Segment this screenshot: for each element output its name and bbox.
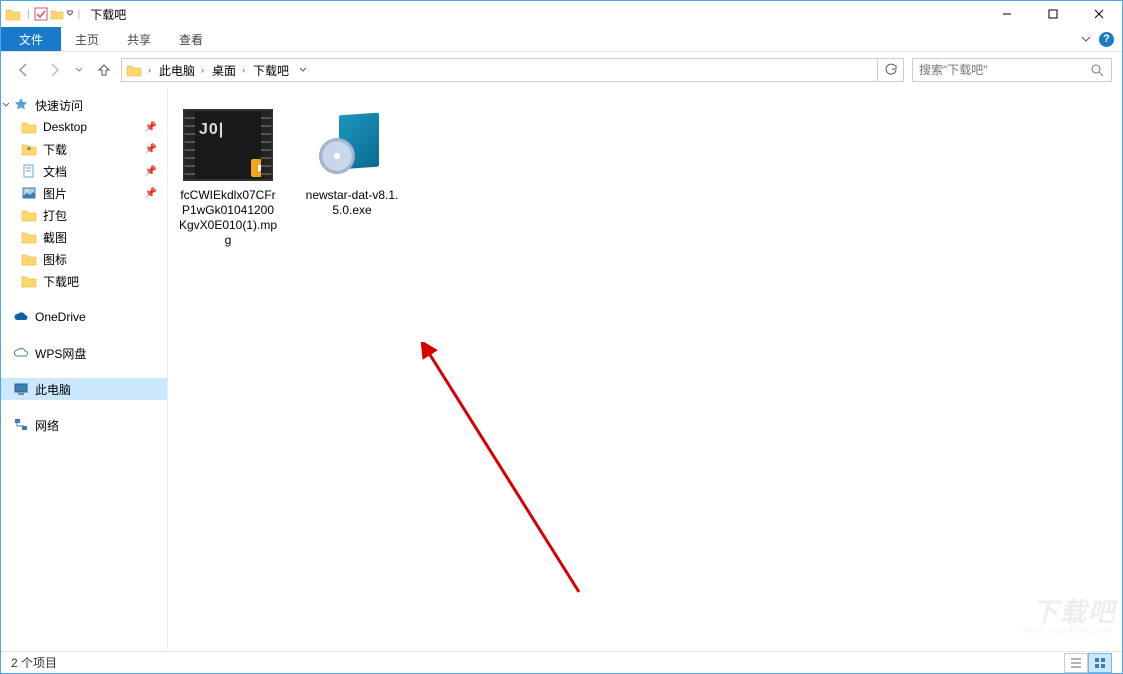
- breadcrumb-chevron[interactable]: ›: [142, 65, 155, 75]
- sidebar-item-label: Desktop: [43, 120, 87, 134]
- sidebar-jietu[interactable]: 截图: [1, 226, 167, 248]
- qat-separator: |: [78, 9, 81, 20]
- sidebar-tubiao[interactable]: 图标: [1, 248, 167, 270]
- sidebar-desktop[interactable]: Desktop 📌: [1, 116, 167, 138]
- minimize-button[interactable]: [984, 1, 1030, 27]
- folder-icon: [21, 251, 37, 267]
- sidebar-item-label: 下载: [43, 141, 67, 158]
- sidebar-item-label: 打包: [43, 207, 67, 224]
- sidebar-wps[interactable]: WPS网盘: [1, 342, 167, 364]
- video-thumbnail: J0|: [180, 106, 276, 184]
- computer-icon: [13, 381, 29, 397]
- file-item[interactable]: J0| fcCWIEkdlx07CFrP1wGk01041200KgvX0E01…: [178, 106, 278, 248]
- sidebar-item-label: 文档: [43, 163, 67, 180]
- breadcrumb-thispc[interactable]: 此电脑›: [155, 62, 208, 79]
- forward-button[interactable]: [41, 57, 67, 83]
- network-icon: [13, 417, 29, 433]
- help-icon[interactable]: ?: [1099, 32, 1114, 47]
- sidebar-onedrive[interactable]: OneDrive: [1, 306, 167, 328]
- close-button[interactable]: [1076, 1, 1122, 27]
- sidebar-thispc[interactable]: 此电脑: [1, 378, 167, 400]
- view-details-button[interactable]: [1064, 653, 1088, 673]
- cloud-icon: [13, 309, 29, 325]
- chevron-down-icon[interactable]: [1, 100, 11, 110]
- folder-icon: [21, 273, 37, 289]
- maximize-button[interactable]: [1030, 1, 1076, 27]
- breadcrumb-current[interactable]: 下载吧: [249, 62, 293, 79]
- view-icons-button[interactable]: [1088, 653, 1112, 673]
- exe-thumbnail: [304, 106, 400, 184]
- sidebar-item-label: 图标: [43, 251, 67, 268]
- watermark-url: www.xiazaiba.com: [1022, 625, 1112, 635]
- pictures-icon: [21, 185, 37, 201]
- file-name-label: fcCWIEkdlx07CFrP1wGk01041200KgvX0E010(1)…: [178, 188, 278, 248]
- address-dropdown[interactable]: [293, 66, 313, 74]
- sidebar-item-label: 下载吧: [43, 273, 79, 290]
- folder-icon: [126, 62, 142, 78]
- sidebar-xiazaiba[interactable]: 下载吧: [1, 270, 167, 292]
- qat-separator: |: [27, 9, 30, 20]
- tab-home[interactable]: 主页: [61, 27, 113, 51]
- navigation-pane[interactable]: 快速访问 Desktop 📌 下载 📌 文档 📌 图片 📌 打包 截: [1, 88, 167, 651]
- sidebar-item-label: 截图: [43, 229, 67, 246]
- cloud-icon: [13, 345, 29, 361]
- status-bar: 2 个项目: [1, 651, 1122, 673]
- address-bar[interactable]: › 此电脑› 桌面› 下载吧: [121, 58, 904, 82]
- sidebar-pictures[interactable]: 图片 📌: [1, 182, 167, 204]
- nav-area: › 此电脑› 桌面› 下载吧: [1, 52, 1122, 88]
- pin-icon: 📌: [145, 188, 157, 199]
- sidebar-item-label: 此电脑: [35, 381, 71, 398]
- up-button[interactable]: [91, 57, 117, 83]
- annotation-arrow: [419, 342, 589, 602]
- back-button[interactable]: [11, 57, 37, 83]
- sidebar-item-label: 网络: [35, 417, 59, 434]
- quick-access-toolbar: | |: [25, 7, 82, 21]
- search-input[interactable]: [913, 63, 1083, 77]
- sidebar-downloads[interactable]: 下载 📌: [1, 138, 167, 160]
- folder-icon: [21, 207, 37, 223]
- checkbox-icon[interactable]: [34, 7, 48, 21]
- breadcrumb-desktop[interactable]: 桌面›: [208, 62, 249, 79]
- folder-icon: [21, 119, 37, 135]
- file-item[interactable]: newstar-dat-v8.1.5.0.exe: [302, 106, 402, 248]
- history-dropdown[interactable]: [71, 57, 87, 83]
- sidebar-quick-access[interactable]: 快速访问: [1, 94, 167, 116]
- documents-icon: [21, 163, 37, 179]
- folder-small-icon[interactable]: [50, 7, 64, 21]
- ribbon-expand-icon[interactable]: [1081, 34, 1091, 44]
- sidebar-item-label: 图片: [43, 185, 67, 202]
- file-grid: J0| fcCWIEkdlx07CFrP1wGk01041200KgvX0E01…: [178, 106, 1112, 248]
- pin-icon: 📌: [145, 144, 157, 155]
- title-bar: | | 下载吧: [1, 1, 1122, 27]
- sidebar-network[interactable]: 网络: [1, 414, 167, 436]
- content-pane[interactable]: J0| fcCWIEkdlx07CFrP1wGk01041200KgvX0E01…: [167, 88, 1122, 651]
- qat-dropdown-icon[interactable]: [66, 10, 74, 18]
- main-area: 快速访问 Desktop 📌 下载 📌 文档 📌 图片 📌 打包 截: [1, 88, 1122, 651]
- folder-icon: [5, 6, 21, 22]
- sidebar-item-label: 快速访问: [35, 97, 83, 114]
- sidebar-item-label: WPS网盘: [35, 345, 86, 362]
- sidebar-dabao[interactable]: 打包: [1, 204, 167, 226]
- pin-icon: 📌: [145, 122, 157, 133]
- window-title: 下载吧: [90, 6, 126, 23]
- sidebar-item-label: OneDrive: [35, 310, 86, 324]
- folder-icon: [21, 229, 37, 245]
- refresh-button[interactable]: [877, 59, 903, 81]
- search-box[interactable]: [912, 58, 1112, 82]
- downloads-icon: [21, 141, 37, 157]
- tab-view[interactable]: 查看: [165, 27, 217, 51]
- pin-icon: 📌: [145, 166, 157, 177]
- item-count: 2 个项目: [11, 654, 57, 671]
- file-name-label: newstar-dat-v8.1.5.0.exe: [302, 188, 402, 218]
- ribbon-tabs: 文件 主页 共享 查看 ?: [1, 27, 1122, 52]
- tab-share[interactable]: 共享: [113, 27, 165, 51]
- star-icon: [13, 97, 29, 113]
- search-icon[interactable]: [1083, 64, 1111, 77]
- sidebar-documents[interactable]: 文档 📌: [1, 160, 167, 182]
- tab-file[interactable]: 文件: [1, 27, 61, 51]
- watermark: 下载吧: [1032, 592, 1116, 629]
